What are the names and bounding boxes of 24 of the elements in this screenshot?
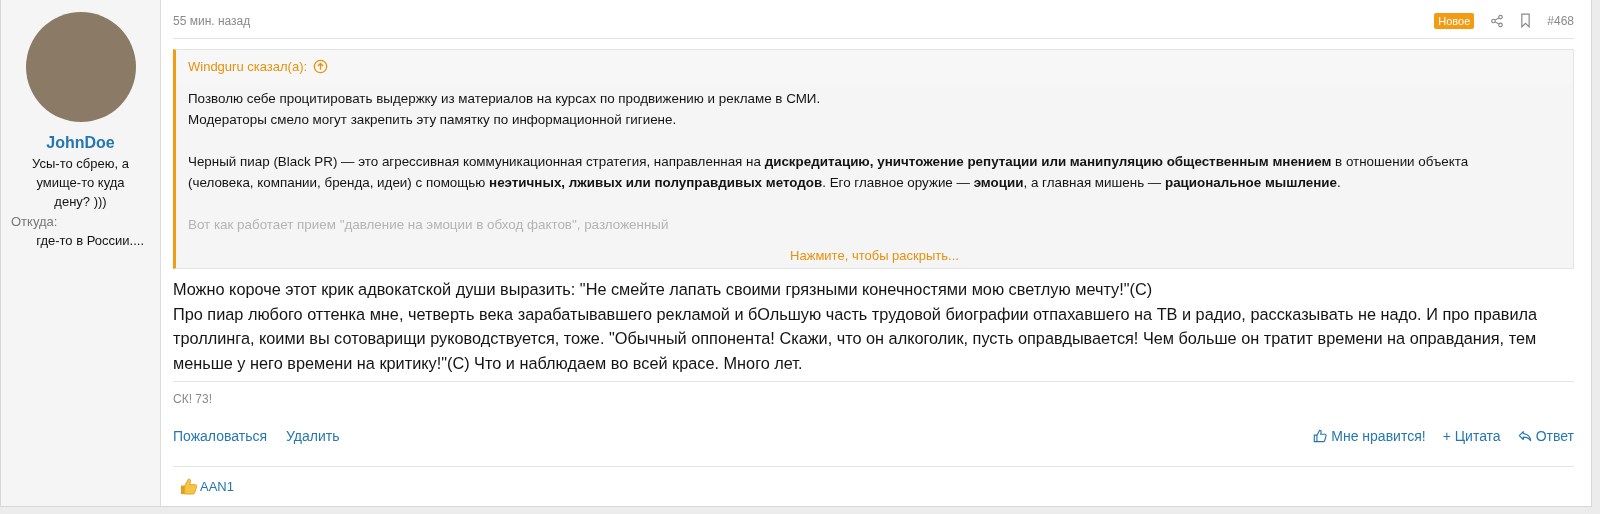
action-link[interactable]: Удалить	[286, 428, 340, 445]
reaction-user-link[interactable]: AAN1	[200, 479, 234, 494]
share-icon[interactable]	[1490, 13, 1505, 28]
location-value: где-то в России....	[35, 232, 145, 250]
location-label: Откуда:	[11, 213, 59, 231]
user-title: Усы-то сбрею, а умище-то куда дену? )))	[31, 155, 130, 211]
arrow-up-circle-icon[interactable]	[313, 59, 329, 75]
thumbs-up-icon	[1313, 429, 1328, 444]
thumbs-up-icon	[179, 477, 198, 496]
quote-button[interactable]: + Цитата	[1442, 428, 1501, 445]
username-link[interactable]: JohnDoe	[46, 134, 115, 152]
signature-text: СК! 73!	[173, 392, 212, 407]
action-link[interactable]: Пожаловаться	[173, 428, 267, 445]
post-time[interactable]: 55 мин. назад	[173, 13, 251, 28]
post-text: Можно короче этот крик адвокатской души выразить: "Не смейте лапать своими грязными конечностями мою светлую мечту!"(С) Про пиар любого оттенка мне, четверть века зарабатывавшего рекламой и бОльшую часть трудовой биографии отпахавшего на ТВ и радио, рассказывать не надо. И про правила троллинга, коими вы сотоварищи руководствуется, тоже. "Обычный оппонента! Скажи, что он алкоголик, пусть оправдывается! Чем больше он тратит времени на оправдания, тем меньше у него времени на критику!"(С) Что и наблюдаем во всей красе. Много лет.	[173, 269, 1574, 383]
new-badge: Новое	[1434, 12, 1475, 29]
like-button[interactable]: Мне нравится!	[1313, 428, 1426, 445]
quote-paragraph: Позволю себе процитировать выдержку из материалов на курсах по продвижению и рекламе в СМИ. Модераторы смело могут закрепить эту памятку по информационной гигиене.	[188, 89, 822, 129]
reply-arrow-icon	[1517, 429, 1532, 444]
quote-paragraph: Черный пиар (Black PR) — это агрессивная коммуникационная стратегия, направленная на дискредитацию, уничтожение репутации или манипуляцию общественным мнением в отношении объекта (человека, компании, бренда, идеи) с помощью неэтичных, лживых или полуправдивых методов. Его главное оружие — эмоции, а главная мишень — рациональное мышление.	[188, 152, 1470, 192]
post-number-link[interactable]: #468	[1547, 13, 1574, 28]
faded-quote-text: Вот как работает прием "давление на эмоции в обход фактов", разложенный	[188, 215, 670, 234]
reply-button[interactable]: Ответ	[1517, 428, 1574, 445]
bookmark-icon[interactable]	[1520, 13, 1532, 29]
